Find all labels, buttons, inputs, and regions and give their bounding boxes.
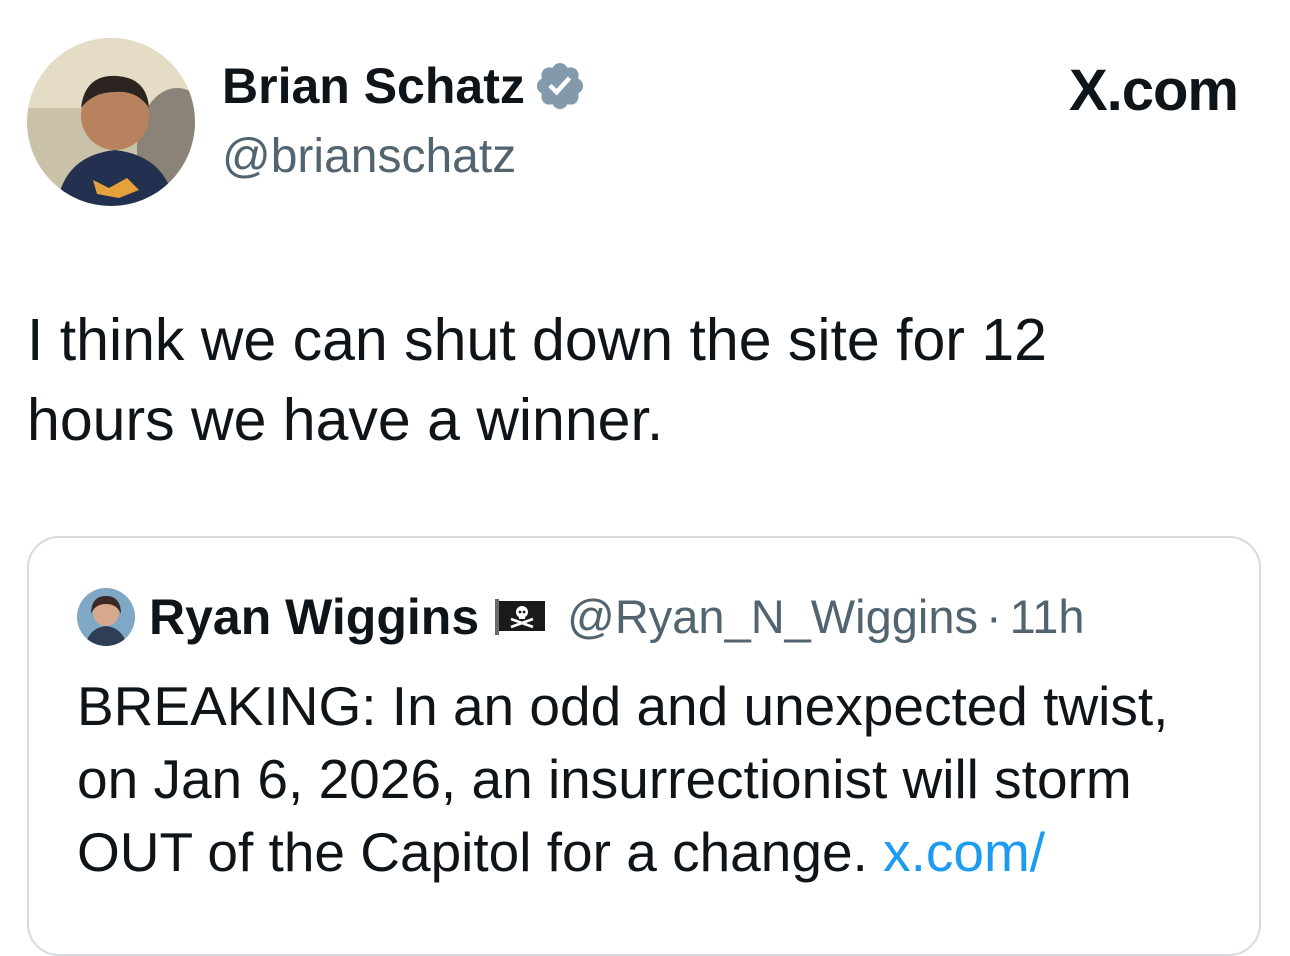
tweet-text: I think we can shut down the site for 12…: [27, 307, 1047, 453]
quoted-tweet-link[interactable]: x.com/: [883, 821, 1045, 883]
quoted-tweet-header: Ryan Wiggins @Ryan_N_Wiggins · 11h: [77, 586, 1085, 648]
separator-dot: ·: [985, 590, 1002, 643]
author-avatar[interactable]: [27, 38, 195, 206]
quoted-author-avatar[interactable]: [77, 588, 135, 646]
author-handle[interactable]: @brianschatz: [222, 128, 516, 186]
quoted-timestamp[interactable]: 11h: [1010, 586, 1085, 648]
pirate-flag-icon: [495, 599, 547, 635]
site-brand: X.com: [1068, 58, 1239, 123]
verified-badge-icon[interactable]: [533, 59, 587, 113]
quoted-tweet-card[interactable]: Ryan Wiggins @Ryan_N_Wiggins · 11h BREAK…: [27, 536, 1261, 956]
author-name[interactable]: Brian Schatz: [222, 54, 587, 118]
quoted-author-name[interactable]: Ryan Wiggins: [149, 586, 479, 648]
quoted-tweet-text: BREAKING: In an odd and unexpected twist…: [77, 670, 1227, 889]
author-name-text[interactable]: Brian Schatz: [222, 54, 525, 118]
quoted-author-handle[interactable]: @Ryan_N_Wiggins: [567, 586, 978, 648]
